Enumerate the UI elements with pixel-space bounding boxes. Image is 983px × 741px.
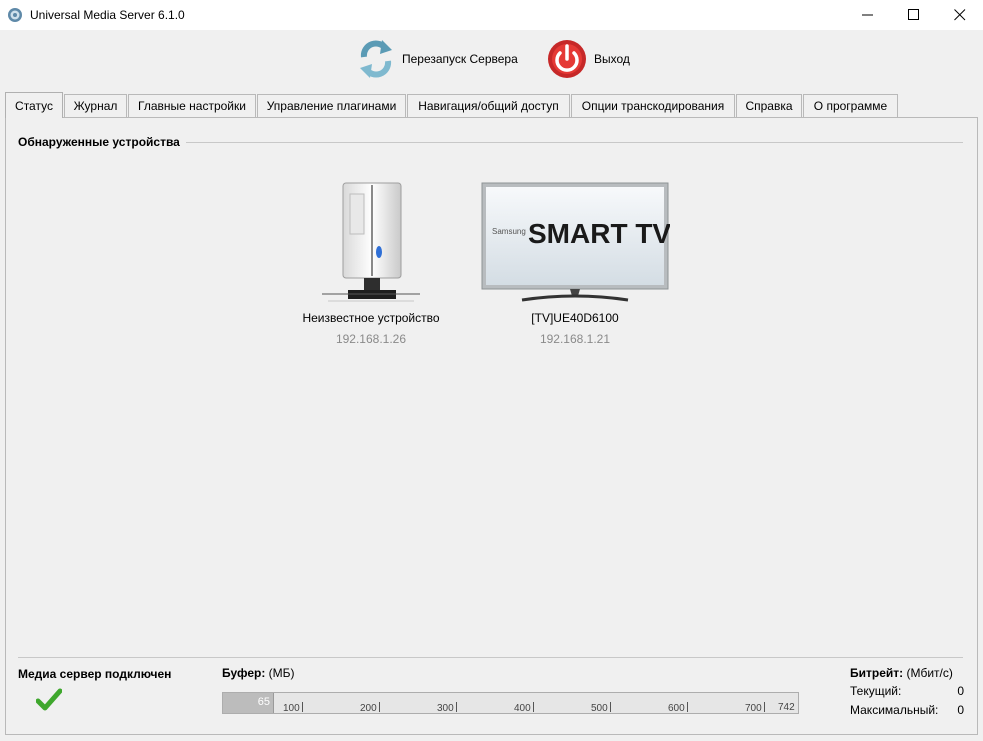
server-status-label: Медиа сервер подключен: [18, 667, 172, 681]
buffer-unit: (МБ): [268, 666, 295, 680]
buffer-fill: 65: [223, 693, 274, 713]
bitrate-max-row: Максимальный: 0: [850, 703, 964, 717]
app-logo-icon: [8, 8, 22, 22]
tab-log[interactable]: Журнал: [64, 94, 127, 117]
close-button[interactable]: [937, 0, 983, 30]
tab-transcoding-options[interactable]: Опции транскодирования: [571, 94, 735, 117]
restart-label: Перезапуск Сервера: [402, 52, 518, 66]
restart-server-button[interactable]: Перезапуск Сервера: [356, 37, 518, 81]
svg-text:Samsung: Samsung: [492, 227, 526, 236]
device-card[interactable]: Samsung SMART TV [TV]UE40D6100 192.168.1…: [480, 180, 671, 346]
buffer-tick: 742: [778, 702, 795, 713]
device-name: Неизвестное устройство: [302, 311, 440, 325]
window-title: Universal Media Server 6.1.0: [30, 8, 185, 22]
tab-status[interactable]: Статус: [5, 92, 63, 118]
device-ip: 192.168.1.21: [539, 332, 611, 346]
buffer-tick: 200: [360, 702, 380, 714]
device-name: [TV]UE40D6100: [531, 311, 619, 325]
bottom-divider: [18, 657, 963, 658]
tab-navigation-sharing[interactable]: Навигация/общий доступ: [407, 94, 570, 117]
bitrate-current-value: 0: [957, 684, 964, 698]
bitrate-title: Битрейт: (Мбит/с): [850, 666, 953, 680]
bitrate-unit: (Мбит/с): [906, 666, 953, 680]
close-icon: [954, 9, 966, 21]
buffer-value: 65: [257, 696, 270, 708]
samsung-smart-tv-icon: Samsung SMART TV: [481, 182, 671, 302]
bitrate-label: Битрейт:: [850, 666, 904, 680]
minimize-button[interactable]: [845, 0, 891, 30]
svg-text:SMART TV: SMART TV: [528, 218, 670, 249]
detected-devices-title: Обнаруженные устройства: [18, 135, 186, 149]
device-card[interactable]: Неизвестное устройство 192.168.1.26: [296, 180, 446, 346]
bitrate-current-label: Текущий:: [850, 684, 902, 698]
buffer-tick: 600: [668, 702, 688, 714]
tab-help[interactable]: Справка: [736, 94, 802, 117]
buffer-tick: 300: [437, 702, 457, 714]
media-server-device-icon: [322, 182, 420, 302]
status-panel: Обнаруженные устройства Неизвестное устр…: [5, 117, 978, 735]
maximize-button[interactable]: [891, 0, 937, 30]
checkmark-icon: [36, 688, 62, 711]
buffer-progress-bar: 65 100 200 300 400 500 600 700 742: [222, 692, 799, 714]
title-bar: Universal Media Server 6.1.0: [0, 0, 983, 30]
bitrate-max-label: Максимальный:: [850, 703, 939, 717]
power-icon: [548, 40, 586, 78]
buffer-title: Буфер: (МБ): [222, 666, 295, 680]
buffer-label: Буфер:: [222, 666, 266, 680]
buffer-tick: 100: [283, 702, 303, 714]
tab-about[interactable]: О программе: [803, 94, 898, 117]
minimize-icon: [862, 14, 873, 16]
buffer-tick: 700: [745, 702, 765, 714]
buffer-tick: 500: [591, 702, 611, 714]
maximize-icon: [908, 9, 919, 20]
tab-plugin-management[interactable]: Управление плагинами: [257, 94, 406, 117]
restart-icon: [360, 40, 392, 78]
tab-general-settings[interactable]: Главные настройки: [128, 94, 256, 117]
buffer-tick: 400: [514, 702, 534, 714]
bitrate-max-value: 0: [957, 703, 964, 717]
bitrate-current-row: Текущий: 0: [850, 684, 964, 698]
exit-button[interactable]: Выход: [546, 37, 630, 81]
exit-label: Выход: [594, 52, 630, 66]
device-ip: 192.168.1.26: [335, 332, 407, 346]
